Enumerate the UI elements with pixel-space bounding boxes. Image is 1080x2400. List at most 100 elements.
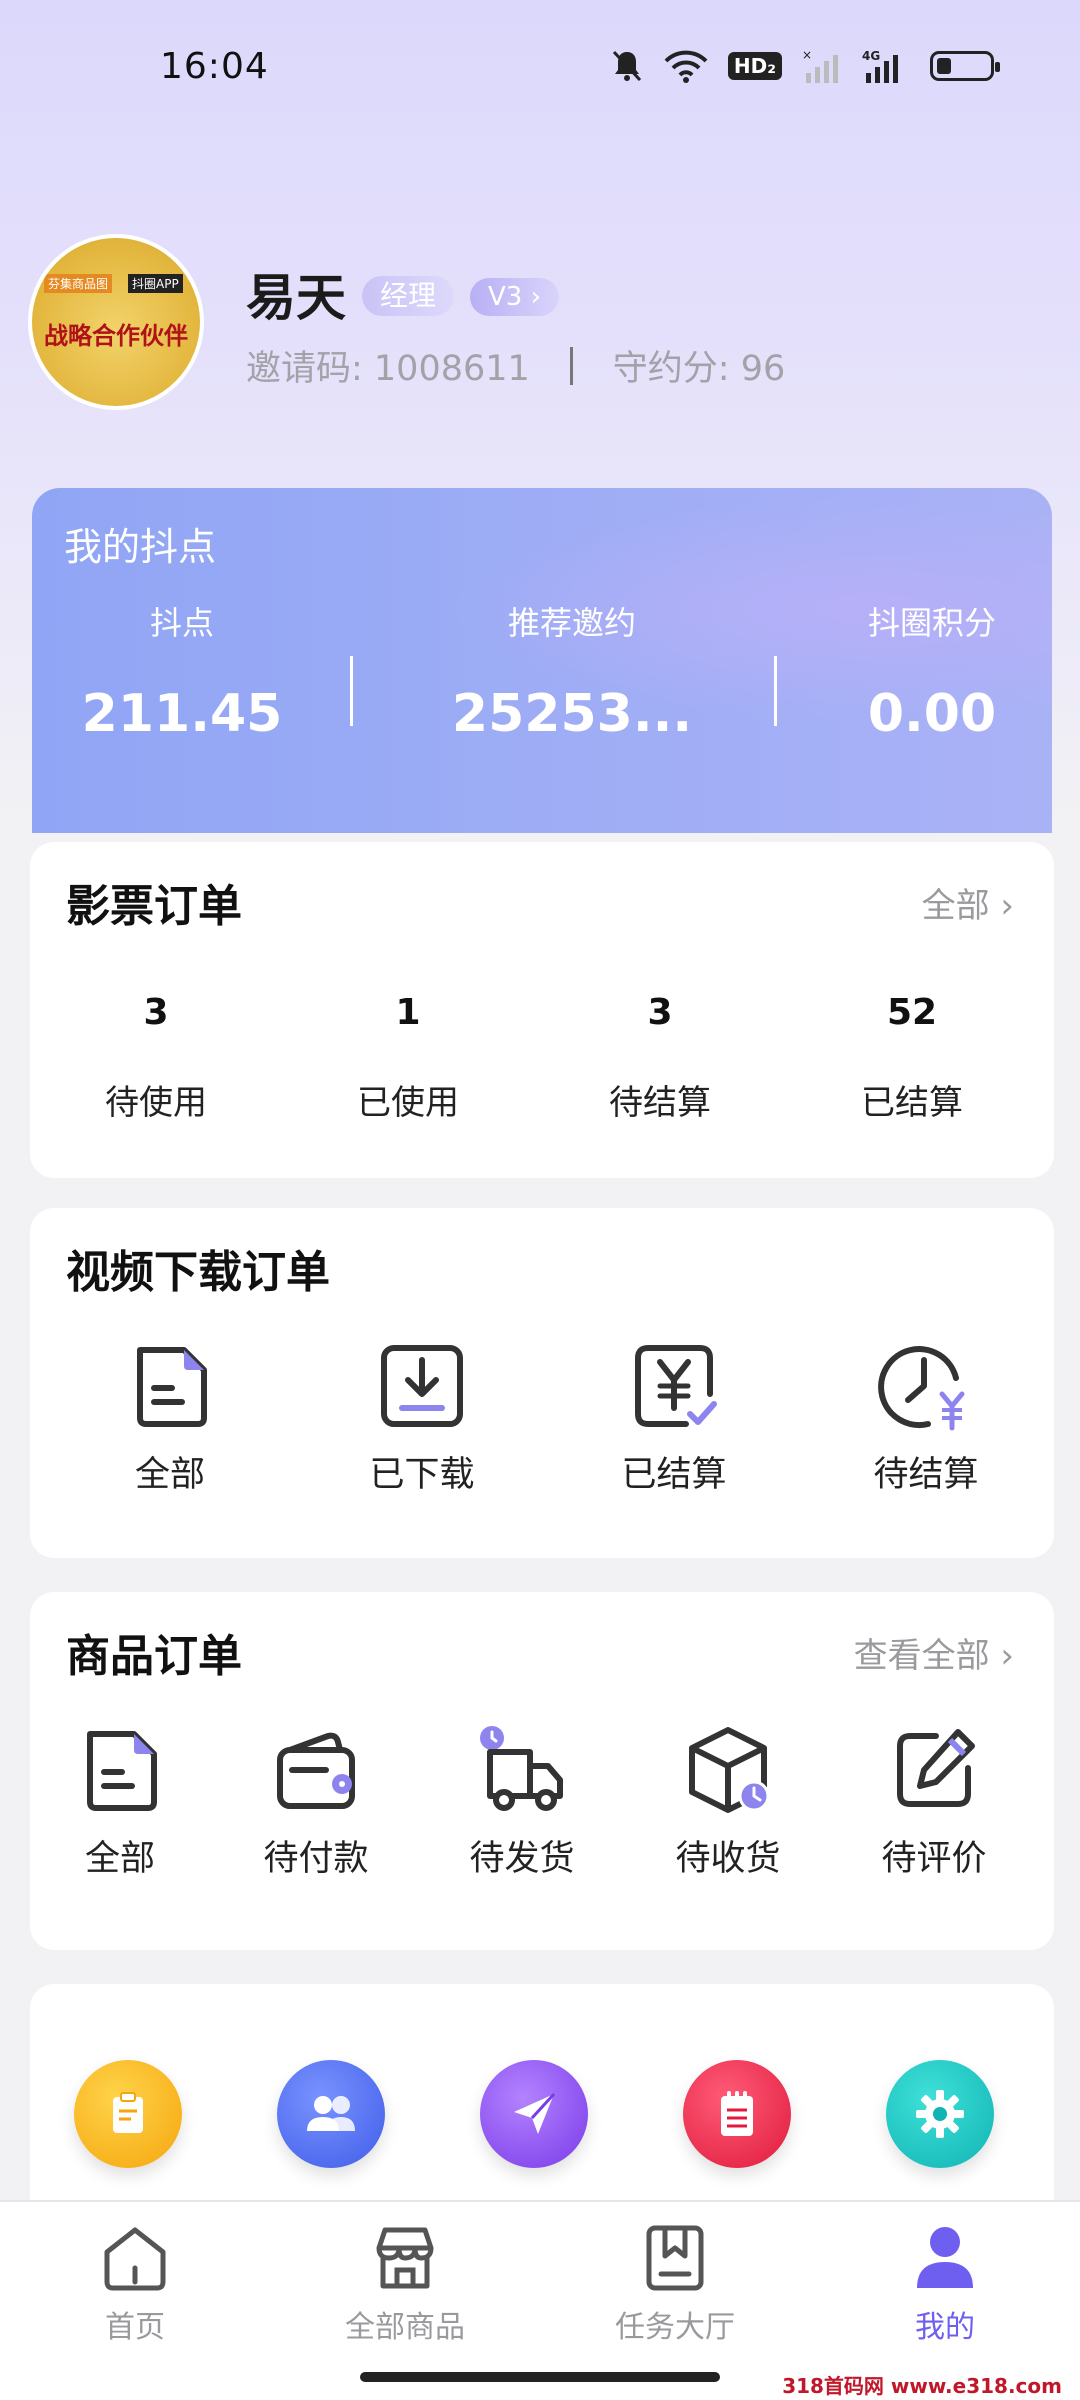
status-bar: 16:04 HD₂ × 4G bbox=[0, 0, 1080, 130]
role-badge: 经理 bbox=[362, 276, 455, 316]
mute-bell-icon bbox=[612, 50, 641, 82]
order-label: 待结算 bbox=[609, 1083, 711, 1123]
credit-score: 守约分: 96 bbox=[612, 349, 786, 389]
card-title: 影票订单 bbox=[66, 881, 242, 932]
nav-label: 首页 bbox=[105, 2310, 165, 2345]
tool-settings[interactable] bbox=[886, 2060, 994, 2168]
nav-all-goods[interactable]: 全部商品 bbox=[270, 2222, 540, 2346]
icon-label: 待评价 bbox=[881, 1839, 987, 1879]
order-count: 3 bbox=[143, 992, 169, 1033]
status-time: 16:04 bbox=[160, 46, 269, 87]
invite-row: 邀请码: 1008611 守约分: 96 bbox=[246, 340, 785, 391]
card-title: 视频下载订单 bbox=[66, 1247, 330, 1298]
goods-order-pending-review[interactable]: 待评价 bbox=[844, 1722, 1024, 1881]
document-icon bbox=[87, 1731, 157, 1811]
svg-text:×: × bbox=[802, 49, 812, 62]
icon-label: 已下载 bbox=[369, 1455, 475, 1495]
invite-code[interactable]: 邀请码: 1008611 bbox=[246, 340, 530, 391]
divider bbox=[774, 656, 777, 726]
bookmark-icon bbox=[646, 2225, 704, 2291]
order-count: 3 bbox=[647, 992, 673, 1033]
order-label: 已结算 bbox=[861, 1083, 963, 1123]
nav-home[interactable]: 首页 bbox=[0, 2222, 270, 2346]
icon-label: 待付款 bbox=[263, 1839, 369, 1879]
tool-notepad[interactable] bbox=[683, 2060, 791, 2168]
nav-label: 我的 bbox=[915, 2310, 975, 2345]
nav-mine[interactable]: 我的 bbox=[810, 2222, 1080, 2346]
nav-label: 全部商品 bbox=[345, 2310, 465, 2345]
signal-4g-icon: 4G bbox=[862, 49, 898, 83]
signal-weak-icon: × bbox=[802, 49, 838, 83]
divider bbox=[350, 656, 353, 726]
edit-icon bbox=[897, 1729, 975, 1807]
points-item-invite[interactable]: 推荐邀约 25253... bbox=[422, 598, 722, 744]
notepad-icon bbox=[721, 2091, 753, 2136]
truck-icon bbox=[480, 1726, 563, 1811]
order-label: 待使用 bbox=[105, 1083, 207, 1123]
order-stat-pending-settle[interactable]: 3 待结算 bbox=[534, 992, 786, 1124]
points-value: 0.00 bbox=[867, 684, 997, 744]
icon-label: 待发货 bbox=[469, 1839, 575, 1879]
wifi-icon bbox=[664, 50, 708, 83]
order-stat-used[interactable]: 1 已使用 bbox=[282, 992, 534, 1124]
gear-icon bbox=[916, 2090, 964, 2138]
icon-label: 全部 bbox=[134, 1455, 205, 1495]
goods-order-all[interactable]: 全部 bbox=[30, 1722, 210, 1881]
wallet-icon bbox=[277, 1732, 355, 1809]
tool-team[interactable] bbox=[277, 2060, 385, 2168]
avatar-text: 战略合作伙伴 bbox=[44, 321, 188, 350]
view-all-link[interactable]: 查看全部 › bbox=[854, 1628, 1014, 1677]
store-icon bbox=[376, 2227, 434, 2289]
video-order-all[interactable]: 全部 bbox=[50, 1338, 290, 1497]
order-label: 已使用 bbox=[357, 1083, 459, 1123]
icon-label: 已结算 bbox=[621, 1455, 727, 1495]
card-title: 商品订单 bbox=[66, 1631, 242, 1682]
order-stat-settled[interactable]: 52 已结算 bbox=[786, 992, 1038, 1124]
view-all-link[interactable]: 全部 › bbox=[922, 878, 1014, 927]
goods-order-unpaid[interactable]: 待付款 bbox=[226, 1722, 406, 1881]
download-icon bbox=[381, 1345, 463, 1427]
points-value: 25253... bbox=[451, 684, 693, 744]
icon-label: 待收货 bbox=[675, 1839, 781, 1879]
points-label: 抖点 bbox=[149, 604, 214, 642]
icon-label: 待结算 bbox=[873, 1455, 979, 1495]
watermark: 318首码网 www.e318.com bbox=[778, 2370, 1066, 2399]
video-orders-card: 视频下载订单 全部 已下载 已结算 待结算 bbox=[30, 1208, 1054, 1558]
points-card: 我的抖点 抖点 211.45 推荐邀约 25253... 抖圈积分 0.00 bbox=[32, 488, 1052, 833]
avatar[interactable]: 芬集商品图 抖圈APP 战略合作伙伴 bbox=[28, 234, 204, 410]
goods-order-pending-receive[interactable]: 待收货 bbox=[638, 1722, 818, 1881]
user-icon bbox=[917, 2227, 973, 2288]
icon-label: 全部 bbox=[84, 1839, 155, 1879]
tool-clipboard[interactable] bbox=[74, 2060, 182, 2168]
svg-text:4G: 4G bbox=[862, 49, 880, 63]
points-item-score[interactable]: 抖圈积分 0.00 bbox=[812, 598, 1052, 744]
video-order-settled[interactable]: 已结算 bbox=[554, 1338, 794, 1497]
points-label: 抖圈积分 bbox=[867, 604, 996, 642]
points-item-dou[interactable]: 抖点 211.45 bbox=[52, 598, 312, 744]
points-title: 我的抖点 bbox=[64, 525, 217, 569]
avatar-brand-left: 芬集商品图 bbox=[44, 274, 113, 293]
battery-icon bbox=[930, 51, 1000, 81]
clock-yen-icon bbox=[878, 1346, 965, 1431]
box-icon bbox=[689, 1727, 770, 1813]
avatar-brand-right: 抖圈APP bbox=[128, 274, 183, 293]
order-count: 52 bbox=[886, 992, 938, 1033]
order-count: 1 bbox=[395, 992, 421, 1033]
nav-label: 任务大厅 bbox=[615, 2310, 735, 2345]
video-order-pending-settle[interactable]: 待结算 bbox=[806, 1338, 1046, 1497]
video-order-downloaded[interactable]: 已下载 bbox=[302, 1338, 542, 1497]
document-icon bbox=[137, 1347, 207, 1427]
order-stat-pending-use[interactable]: 3 待使用 bbox=[30, 992, 282, 1124]
home-icon bbox=[104, 2227, 166, 2291]
nav-task-hall[interactable]: 任务大厅 bbox=[540, 2222, 810, 2346]
users-icon bbox=[307, 2096, 355, 2131]
movie-orders-card: 影票订单 全部 › 3 待使用 1 已使用 3 待结算 52 已结算 bbox=[30, 842, 1054, 1178]
goods-order-pending-ship[interactable]: 待发货 bbox=[432, 1722, 612, 1881]
points-label: 推荐邀约 bbox=[507, 604, 636, 642]
home-indicator[interactable] bbox=[360, 2372, 720, 2382]
tool-send[interactable] bbox=[480, 2060, 588, 2168]
level-badge[interactable]: V3 › bbox=[470, 278, 559, 316]
status-icons: HD₂ × 4G bbox=[610, 46, 1000, 86]
clipboard-icon bbox=[113, 2092, 143, 2133]
goods-orders-card: 商品订单 查看全部 › 全部 待付款 待发货 待收货 待评价 bbox=[30, 1592, 1054, 1950]
